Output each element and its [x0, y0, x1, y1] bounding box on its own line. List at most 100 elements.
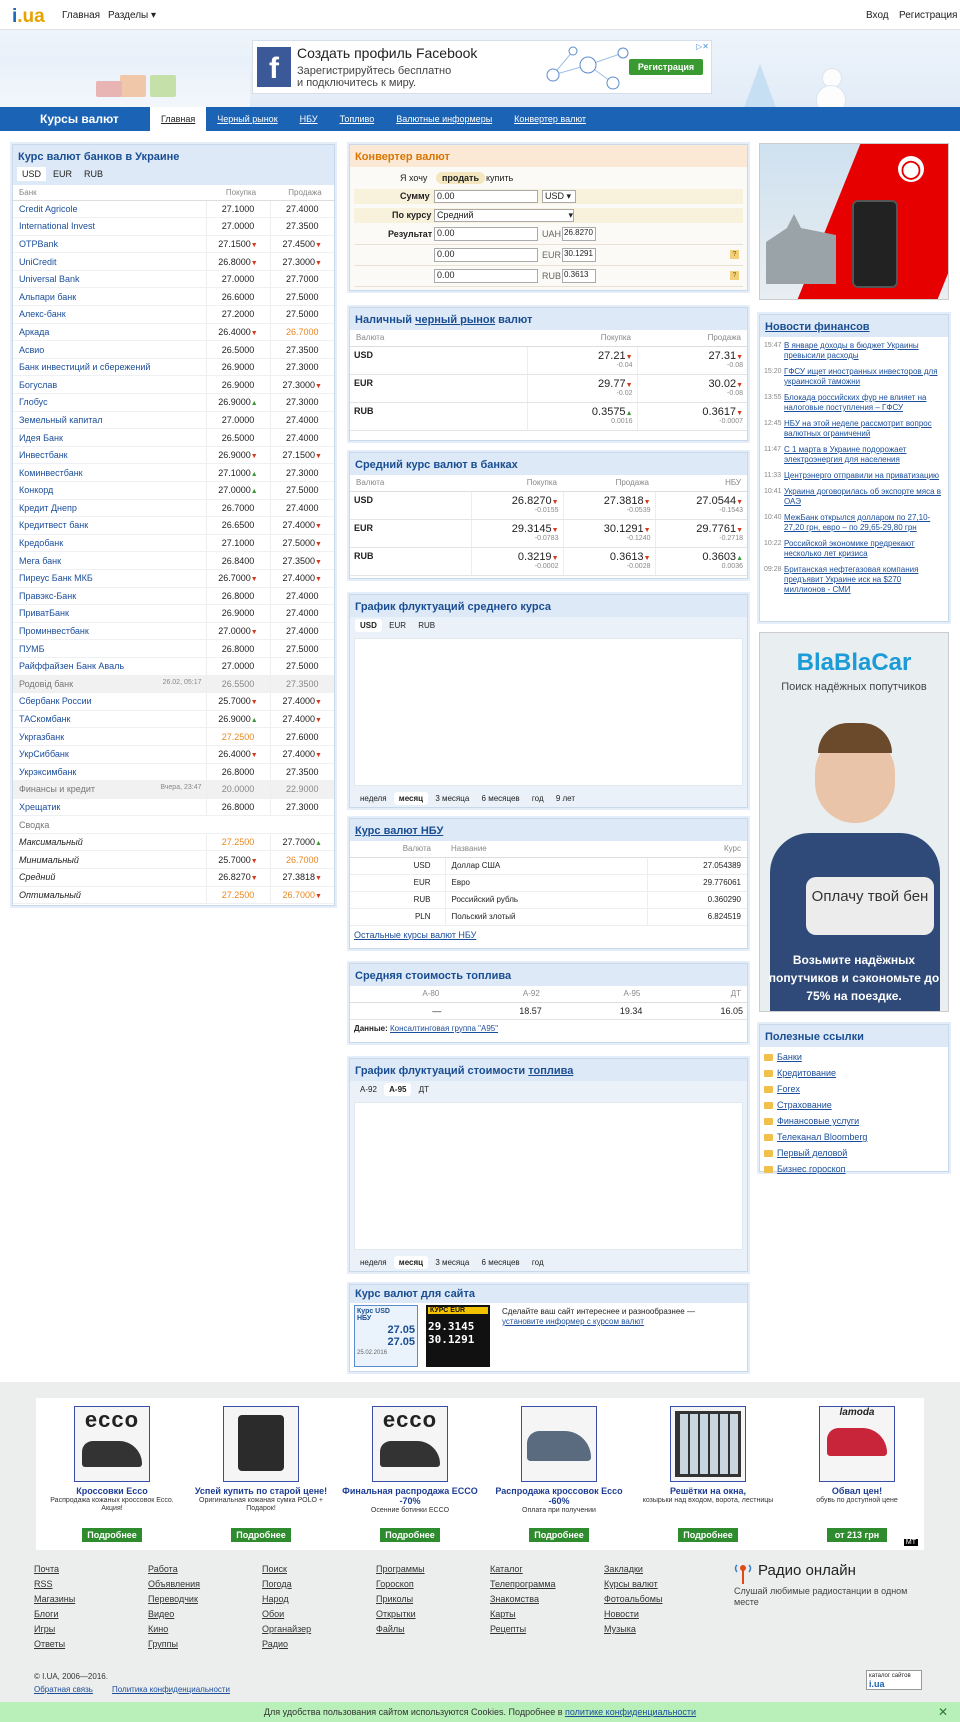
footer-link[interactable]: Каталог	[490, 1562, 556, 1577]
bank-name[interactable]: Пиреус Банк МКБ	[13, 569, 206, 588]
product-name[interactable]: Финальная распродажа ECCO -70%	[340, 1486, 480, 1506]
footer-link[interactable]: Закладки	[604, 1562, 662, 1577]
bank-name[interactable]: International Invest	[13, 217, 206, 236]
footer-link[interactable]: Погода	[262, 1577, 311, 1592]
product-image[interactable]: ecco	[74, 1406, 150, 1482]
bank-name[interactable]: Асвио	[13, 340, 206, 359]
result-input[interactable]: 0.00	[434, 248, 538, 262]
news-link[interactable]: В январе доходы в бюджет Украины превыси…	[784, 341, 944, 361]
bank-name[interactable]: Кредитвест банк	[13, 516, 206, 535]
useful-link[interactable]: Первый деловой	[760, 1145, 948, 1161]
product-name[interactable]: Распродажа кроссовок Ecco -60%	[489, 1486, 629, 1506]
footer-link[interactable]: Музыка	[604, 1622, 662, 1637]
bank-name[interactable]: Кредобанк	[13, 534, 206, 553]
fuel-period-3-months[interactable]: 3 месяца	[430, 1256, 474, 1269]
sum-input[interactable]: 0.00	[434, 190, 538, 203]
footer-link[interactable]: Поиск	[262, 1562, 311, 1577]
product-image[interactable]: ecco	[372, 1406, 448, 1482]
result-rate[interactable]: 30.1291	[562, 248, 596, 262]
product-image[interactable]	[521, 1406, 597, 1482]
details-button[interactable]: от 213 грн	[827, 1528, 887, 1542]
shop-item[interactable]: ecco Кроссовки Ecco Распродажа кожаных кро…	[42, 1406, 182, 1542]
shop-item[interactable]: lamoda Обвал цен! обувь по доступной цене о…	[787, 1406, 927, 1542]
result-rate[interactable]: 0.3613	[562, 269, 596, 283]
help-icon[interactable]: ?	[730, 271, 739, 280]
footer-link[interactable]: Фотоальбомы	[604, 1592, 662, 1607]
site-logo[interactable]: i.ua	[12, 6, 45, 28]
graph-tab-rub[interactable]: RUB	[413, 619, 440, 632]
product-name[interactable]: Успей купить по старой цене!	[191, 1486, 331, 1496]
tab-rub[interactable]: RUB	[79, 167, 108, 181]
bank-name[interactable]: Сбербанк России	[13, 692, 206, 711]
help-icon[interactable]: ?	[730, 250, 739, 259]
bank-name[interactable]: Credit Agricole	[13, 200, 206, 219]
footer-link[interactable]: Почта	[34, 1562, 75, 1577]
bank-name[interactable]: Инвестбанк	[13, 446, 206, 465]
product-name[interactable]: Кроссовки Ecco	[42, 1486, 182, 1496]
bank-name[interactable]: Коминвестбанк	[13, 463, 206, 482]
fuel-source-link[interactable]: Консалтинговая группа "А95"	[390, 1024, 498, 1033]
buy-toggle[interactable]: купить	[486, 173, 513, 183]
bank-name[interactable]: Глобус	[13, 393, 206, 412]
footer-link[interactable]: Кино	[148, 1622, 200, 1637]
footer-link[interactable]: Файлы	[376, 1622, 425, 1637]
news-link[interactable]: Блокада российских фур не влияет на нало…	[784, 393, 944, 413]
register-link[interactable]: Регистрация	[899, 10, 957, 21]
product-name[interactable]: Решётки на окна,	[638, 1486, 778, 1496]
details-button[interactable]: Подробнее	[529, 1528, 589, 1542]
blablacar-ad[interactable]: BlaBlaCar Поиск надёжных попутчиков Опла…	[759, 632, 949, 1012]
eur-informer-widget[interactable]: КУРС EUR 29.3145 30.1291	[426, 1305, 490, 1367]
bank-name[interactable]: Идея Банк	[13, 428, 206, 447]
bank-name[interactable]: UniCredit	[13, 252, 206, 271]
result-input[interactable]: 0.00	[434, 227, 538, 241]
footer-link[interactable]: Открытки	[376, 1607, 425, 1622]
tab-eur[interactable]: EUR	[48, 167, 77, 181]
ad-close-icon[interactable]: ▷✕	[696, 42, 709, 51]
result-input[interactable]: 0.00	[434, 269, 538, 283]
fuel-graph-link[interactable]: топлива	[528, 1065, 573, 1077]
bank-name[interactable]: Укргазбанк	[13, 727, 206, 746]
privacy-link[interactable]: Политика конфиденциальности	[112, 1685, 230, 1694]
footer-link[interactable]: Блоги	[34, 1607, 75, 1622]
useful-link[interactable]: Forex	[760, 1081, 948, 1097]
login-link[interactable]: Вход	[866, 10, 889, 21]
useful-link[interactable]: Банки	[760, 1049, 948, 1065]
feedback-link[interactable]: Обратная связь	[34, 1685, 93, 1694]
period-month[interactable]: месяц	[393, 792, 429, 805]
bank-name[interactable]: Богуслав	[13, 375, 206, 395]
details-button[interactable]: Подробнее	[678, 1528, 738, 1542]
bank-name[interactable]: Альпари банк	[13, 287, 206, 307]
tab-nbu[interactable]: НБУ	[289, 107, 329, 131]
bank-name[interactable]: Укрэксимбанк	[13, 763, 206, 782]
footer-link[interactable]: Видео	[148, 1607, 200, 1622]
bank-name[interactable]: Проминвестбанк	[13, 622, 206, 641]
bank-name[interactable]: OTPBank	[13, 235, 206, 254]
shop-item[interactable]: Распродажа кроссовок Ecco -60% Оплата при…	[489, 1406, 629, 1542]
nbu-more-link[interactable]: Остальные курсы валют НБУ	[350, 926, 747, 944]
news-link[interactable]: Центрэнерго отправили на приватизацию	[784, 471, 939, 481]
useful-link[interactable]: Страхование	[760, 1097, 948, 1113]
footer-link[interactable]: Гороскоп	[376, 1577, 425, 1592]
news-link[interactable]: Британская нефтегазовая компания предъяв…	[784, 565, 944, 595]
bank-name[interactable]: Universal Bank	[13, 270, 206, 289]
bank-name[interactable]: Мега банк	[13, 551, 206, 570]
period-week[interactable]: неделя	[355, 792, 392, 805]
vodafone-ad[interactable]: ◯	[759, 143, 949, 300]
bank-name[interactable]: Земельный капитал	[13, 411, 206, 430]
product-image[interactable]	[670, 1406, 746, 1482]
news-link[interactable]: Украина договорилась об экспорте мяса в …	[784, 487, 944, 507]
bank-name[interactable]: Родовід банк 26.02, 05:17	[13, 675, 206, 694]
period-3-months[interactable]: 3 месяца	[430, 792, 474, 805]
fuel-tab-dt[interactable]: ДТ	[414, 1083, 434, 1096]
shop-item[interactable]: ecco Финальная распродажа ECCO -70% Осенни…	[340, 1406, 480, 1542]
tab-black-market[interactable]: Черный рынок	[206, 107, 288, 131]
fuel-period-6-months[interactable]: 6 месяцев	[477, 1256, 525, 1269]
usd-informer-widget[interactable]: Курс USD НБУ 27.05 27.05 25.02.2016	[354, 1305, 418, 1367]
bank-name[interactable]: УкрСиббанк	[13, 745, 206, 764]
fuel-tab-a92[interactable]: А-92	[355, 1083, 382, 1096]
shop-item[interactable]: Решётки на окна, козырьки над входом, вор…	[638, 1406, 778, 1542]
result-rate[interactable]: 26.8270	[562, 227, 596, 241]
facebook-ad[interactable]: f Создать профиль Facebook Зарегистрируй…	[252, 40, 712, 94]
useful-link[interactable]: Финансовые услуги	[760, 1113, 948, 1129]
footer-link[interactable]: Рецепты	[490, 1622, 556, 1637]
